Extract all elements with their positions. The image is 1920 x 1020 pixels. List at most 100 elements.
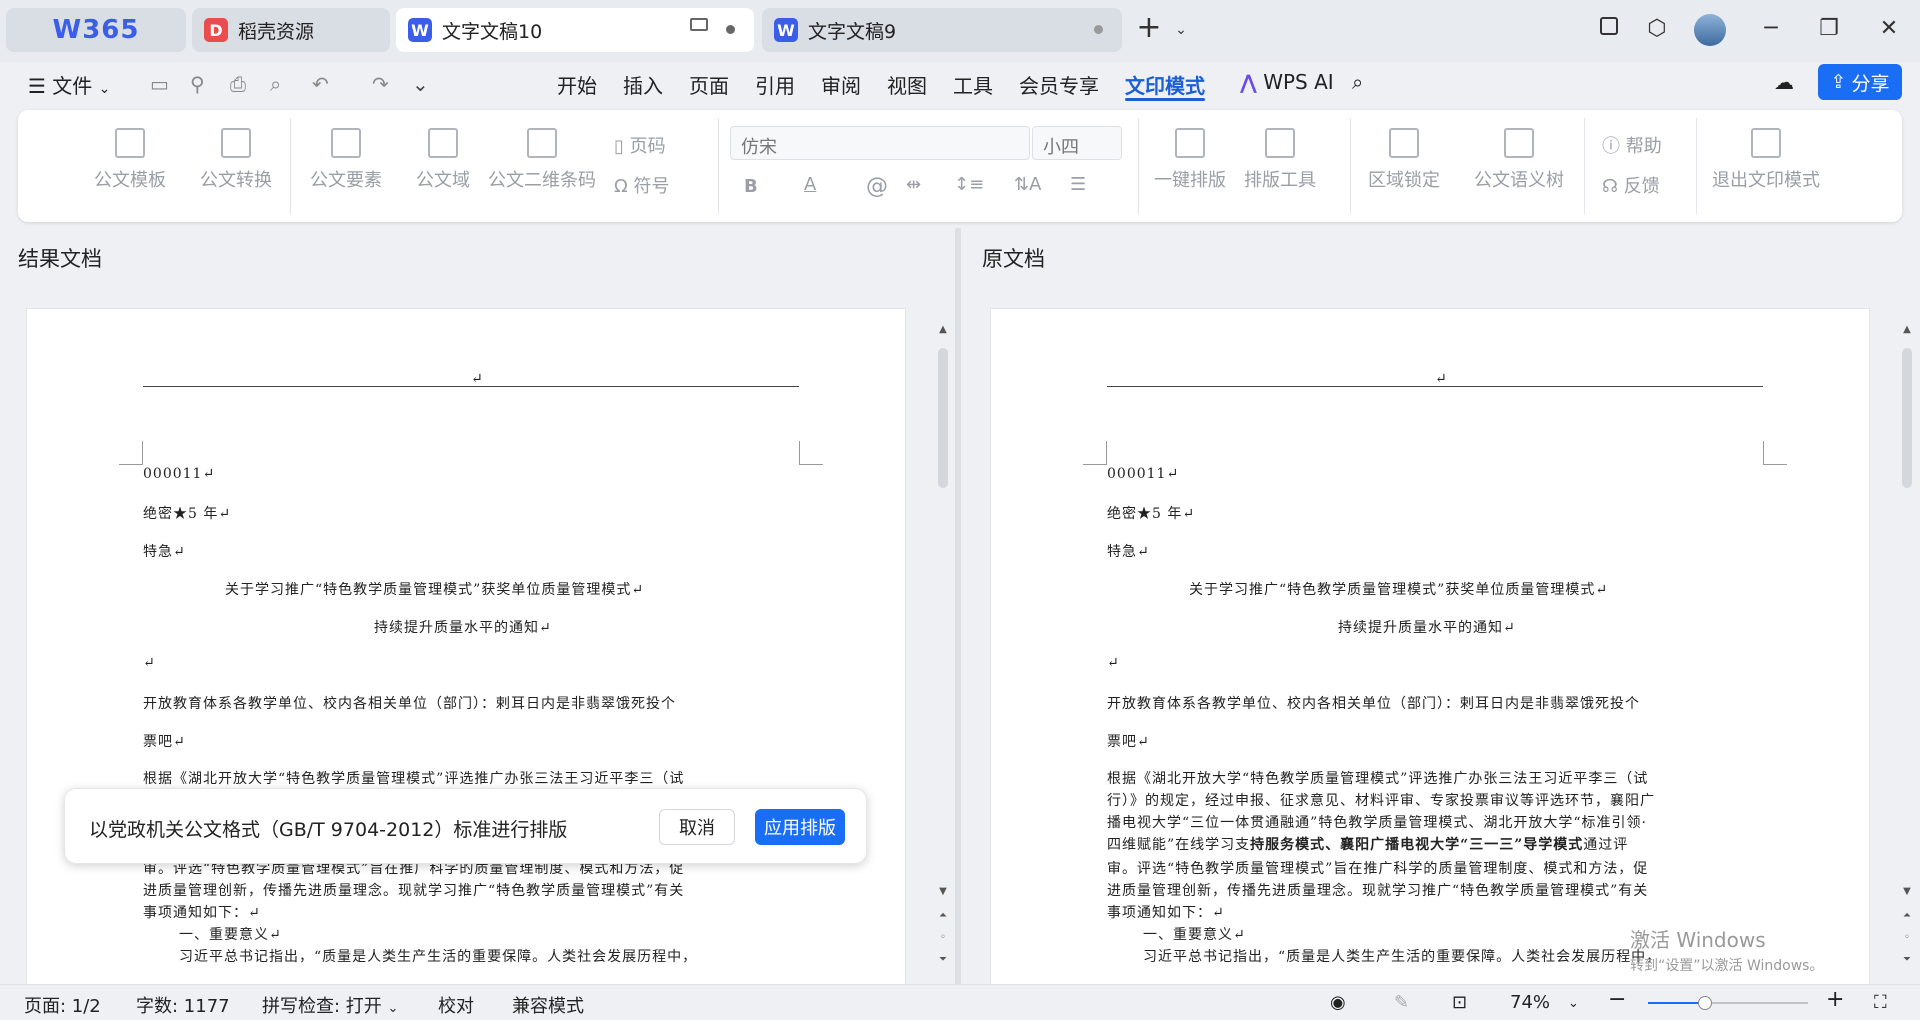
undo-icon[interactable]: ↶ <box>312 72 329 96</box>
list-icon[interactable]: ☰ <box>1070 174 1086 195</box>
ribbon-divider <box>1138 118 1139 214</box>
doc-body-run: 通过评 <box>1583 837 1629 853</box>
official-convert-button[interactable]: 公文转换 <box>200 128 272 192</box>
official-template-button[interactable]: 公文模板 <box>94 128 166 192</box>
official-qrcode-button[interactable]: 公文二维条码 <box>488 128 596 192</box>
exit-print-mode-button[interactable]: 退出文印模式 <box>1712 128 1820 192</box>
help-label: 帮助 <box>1625 136 1662 157</box>
left-next-page-icon[interactable]: ⏷ <box>936 954 950 965</box>
char-spacing-icon[interactable]: ⇹ <box>906 174 921 195</box>
print-preview-icon[interactable]: ⌕ <box>270 72 281 96</box>
zoom-slider-knob[interactable] <box>1698 996 1712 1010</box>
pen-icon[interactable]: ✎ <box>1394 992 1409 1013</box>
export-icon[interactable]: ⚲ <box>190 72 205 96</box>
menu-item-insert[interactable]: 插入 <box>623 70 663 99</box>
right-scroll-up-icon[interactable]: ▲ <box>1900 324 1914 335</box>
bold-button[interactable]: B <box>744 176 758 197</box>
official-elements-button[interactable]: 公文要素 <box>310 128 382 192</box>
share-button[interactable]: ⇪ 分享 <box>1818 64 1902 100</box>
menu-item-reference[interactable]: 引用 <box>755 70 795 99</box>
official-domain-button[interactable]: 公文域 <box>416 128 470 192</box>
at-symbol-button[interactable]: @ <box>866 174 888 199</box>
spell-check-toggle[interactable]: 拼写检查: 打开 ⌄ <box>262 992 398 1018</box>
cube-icon[interactable]: ⬡ <box>1642 16 1672 41</box>
font-name-select[interactable]: 仿宋 <box>730 126 1030 160</box>
right-browse-icon[interactable]: ◦ <box>1900 932 1914 943</box>
page-indicator[interactable]: 页面: 1/2 <box>24 992 101 1018</box>
menu-item-print-mode[interactable]: 文印模式 <box>1125 70 1205 99</box>
zoom-out-icon[interactable]: − <box>1608 987 1626 1012</box>
more-chevron-icon[interactable]: ⌄ <box>412 72 429 96</box>
redo-icon[interactable]: ↷ <box>372 72 389 96</box>
menu-item-view[interactable]: 视图 <box>887 70 927 99</box>
tab-docer[interactable]: D 稻壳资源 <box>192 8 390 52</box>
word-count[interactable]: 字数: 1177 <box>136 992 230 1018</box>
symbol-button[interactable]: Ω 符号 <box>614 172 670 198</box>
left-browse-icon[interactable]: ◦ <box>936 932 950 943</box>
cancel-button[interactable]: 取消 <box>659 809 735 845</box>
file-menu[interactable]: ☰ 文件 ⌄ <box>28 70 110 99</box>
font-size-select[interactable]: 小四 <box>1032 126 1122 160</box>
chevron-down-icon[interactable]: ⌄ <box>1568 996 1579 1011</box>
header-mark: ↵ <box>471 371 484 387</box>
layout-tools-label: 排版工具 <box>1244 170 1316 191</box>
zoom-in-icon[interactable]: + <box>1826 987 1844 1012</box>
layout-tools-button[interactable]: 排版工具 <box>1244 128 1316 192</box>
doc-number: 000011↵ <box>143 466 216 482</box>
doc-body-line: 进质量管理创新，传播先进质量理念。现就学习推广“特色教学质量管理模式”有关 <box>143 883 685 899</box>
result-document-page[interactable]: ↵ 000011↵ 绝密★5 年↵ 特急↵ 关于学习推广“特色教学质量管理模式”… <box>26 308 906 988</box>
zoom-level[interactable]: 74% <box>1510 992 1550 1013</box>
proofread-button[interactable]: 校对 <box>438 992 474 1018</box>
unsaved-dot-icon <box>726 25 735 34</box>
menu-item-page[interactable]: 页面 <box>689 70 729 99</box>
fit-page-icon[interactable]: ⊡ <box>1452 992 1467 1013</box>
apply-layout-button[interactable]: 应用排版 <box>755 809 845 845</box>
wps-ai-button[interactable]: ⋀ WPS AI <box>1240 70 1334 94</box>
avatar[interactable] <box>1694 14 1726 46</box>
page-number-button[interactable]: ▯ 页码 <box>614 132 666 158</box>
menu-item-review[interactable]: 审阅 <box>821 70 861 99</box>
search-icon[interactable]: ⌕ <box>1352 70 1363 94</box>
region-lock-button[interactable]: 区域锁定 <box>1368 128 1440 192</box>
panel-divider[interactable] <box>955 228 961 984</box>
font-color-button[interactable]: A <box>804 174 816 195</box>
right-next-page-icon[interactable]: ⏷ <box>1900 954 1914 965</box>
text-direction-icon[interactable]: ⇅A <box>1014 174 1041 195</box>
left-prev-page-icon[interactable]: ⏶ <box>936 910 950 921</box>
cloud-icon[interactable]: ☁ <box>1774 70 1794 94</box>
right-prev-page-icon[interactable]: ⏶ <box>1900 910 1914 921</box>
help-icon: ⓘ <box>1602 136 1620 157</box>
print-icon[interactable]: ⎙ <box>230 72 246 96</box>
right-scroll-down-icon[interactable]: ▼ <box>1900 886 1914 897</box>
new-tab-button[interactable]: + <box>1134 10 1164 45</box>
tab-doc10[interactable]: W 文字文稿10 <box>396 8 754 52</box>
feedback-button[interactable]: ☊ 反馈 <box>1602 172 1660 198</box>
window-list-icon[interactable] <box>1594 16 1624 41</box>
left-scroll-down-icon[interactable]: ▼ <box>936 886 950 897</box>
fullscreen-icon[interactable]: ⛶ <box>1874 992 1887 1013</box>
right-scrollbar-thumb[interactable] <box>1902 348 1912 488</box>
zoom-slider-fill <box>1648 1002 1705 1004</box>
line-spacing-icon[interactable]: ↕≡ <box>954 174 984 195</box>
help-button[interactable]: ⓘ 帮助 <box>1602 132 1662 158</box>
left-scrollbar-thumb[interactable] <box>938 348 948 488</box>
left-scroll-up-icon[interactable]: ▲ <box>936 324 950 335</box>
menu-item-member[interactable]: 会员专享 <box>1019 70 1099 99</box>
original-document-page[interactable]: ↵ 000011↵ 绝密★5 年↵ 特急↵ 关于学习推广“特色教学质量管理模式”… <box>990 308 1870 988</box>
doc-addressee-cont: 票吧↵ <box>1107 734 1150 750</box>
menu-item-tools[interactable]: 工具 <box>953 70 993 99</box>
eye-icon[interactable]: ◉ <box>1330 992 1346 1013</box>
zoom-slider[interactable] <box>1648 996 1808 1010</box>
tab-doc9[interactable]: W 文字文稿9 <box>762 8 1122 52</box>
restore-icon[interactable]: ❐ <box>1814 16 1844 41</box>
qrcode-icon <box>527 128 557 158</box>
one-click-layout-button[interactable]: 一键排版 <box>1154 128 1226 192</box>
chevron-down-icon[interactable]: ⌄ <box>1166 22 1196 38</box>
save-icon[interactable]: ▭ <box>150 72 169 96</box>
home-tab[interactable]: W365 <box>6 8 186 52</box>
minimize-icon[interactable]: ─ <box>1756 16 1786 41</box>
close-icon[interactable]: ✕ <box>1874 16 1904 41</box>
semantic-tree-button[interactable]: 公文语义树 <box>1474 128 1564 192</box>
monitor-icon[interactable] <box>690 18 708 31</box>
menu-item-start[interactable]: 开始 <box>557 70 597 99</box>
